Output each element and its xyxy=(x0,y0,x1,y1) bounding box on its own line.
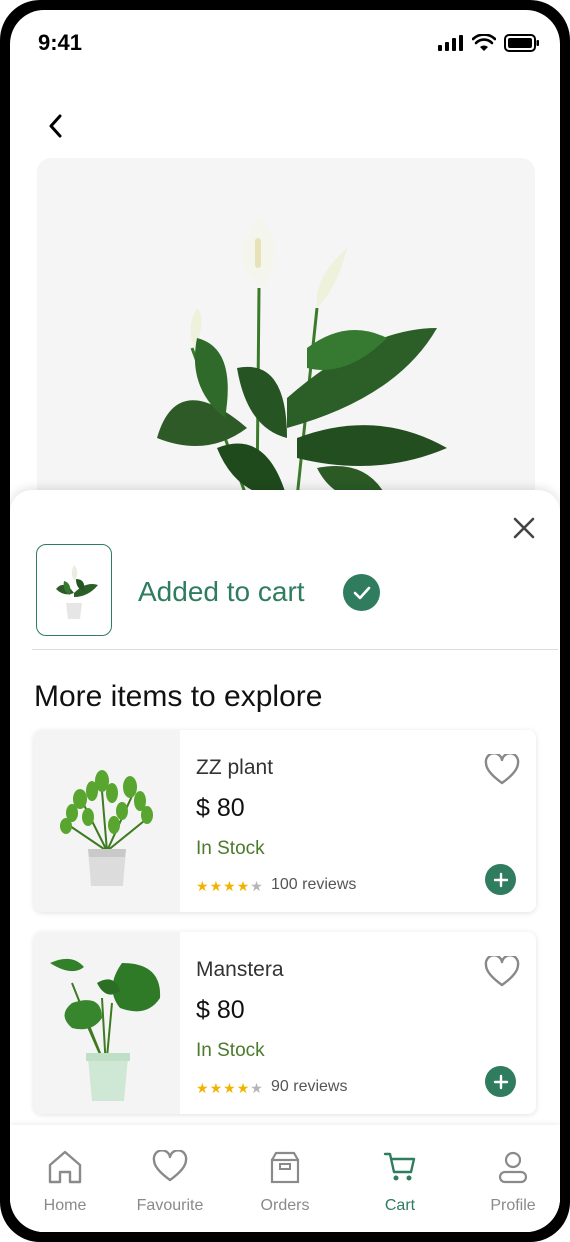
plus-icon xyxy=(493,1074,508,1089)
tab-favourite[interactable]: Favourite xyxy=(115,1147,225,1215)
phone-frame: 9:41 Added to cart More items to explore… xyxy=(0,0,570,1242)
bottom-tab-bar: Home Favourite Orders Cart Profile xyxy=(10,1125,560,1232)
star-icon: ★ xyxy=(223,1080,236,1096)
product-price: $ 80 xyxy=(196,794,245,822)
status-time: 9:41 xyxy=(38,30,83,55)
box-icon xyxy=(270,1151,300,1184)
product-name: Manstera xyxy=(196,958,284,981)
home-icon xyxy=(48,1150,82,1184)
favourite-button[interactable] xyxy=(484,954,520,990)
tab-profile[interactable]: Profile xyxy=(458,1147,560,1215)
zz-plant-illustration xyxy=(60,770,153,886)
product-hero-image xyxy=(37,158,535,518)
star-icon: ★ xyxy=(236,1080,250,1096)
add-to-cart-button[interactable] xyxy=(485,1066,516,1097)
close-icon xyxy=(513,517,535,539)
tab-label: Cart xyxy=(384,1197,416,1214)
favourite-button[interactable] xyxy=(484,752,520,788)
added-to-cart-label: Added to cart xyxy=(138,576,305,607)
product-card[interactable]: ZZ plant $ 80 In Stock ★ ★ ★ ★ ★ 100 rev… xyxy=(34,730,536,912)
rating-stars: ★ ★ ★ ★ ★ xyxy=(196,1080,263,1097)
section-title: More items to explore xyxy=(34,680,323,713)
product-card[interactable]: Manstera $ 80 In Stock ★ ★ ★ ★ ★ 90 revi… xyxy=(34,932,536,1114)
signal-icon xyxy=(438,35,463,51)
heart-icon xyxy=(484,954,520,987)
added-item-thumbnail xyxy=(36,544,112,636)
star-icon: ★ xyxy=(209,1080,223,1096)
stock-status: In Stock xyxy=(196,1040,265,1061)
status-icons xyxy=(438,34,540,52)
cart-icon xyxy=(383,1152,416,1181)
added-to-cart-sheet: Added to cart More items to explore ZZ p… xyxy=(10,490,560,1232)
user-icon xyxy=(498,1151,528,1184)
product-image xyxy=(34,730,180,912)
back-button[interactable] xyxy=(40,110,72,142)
plus-icon xyxy=(493,872,508,887)
product-image xyxy=(34,932,180,1114)
heart-icon xyxy=(484,752,520,785)
tab-home[interactable]: Home xyxy=(10,1147,120,1215)
add-to-cart-button[interactable] xyxy=(485,864,516,895)
battery-icon xyxy=(504,34,539,52)
star-icon: ★ xyxy=(236,878,250,894)
close-button[interactable] xyxy=(510,514,538,542)
monstera-illustration xyxy=(50,958,161,1101)
star-icon: ★ xyxy=(209,878,223,894)
tab-orders[interactable]: Orders xyxy=(230,1147,340,1215)
screen: 9:41 Added to cart More items to explore… xyxy=(10,10,560,1232)
star-icon: ★ xyxy=(223,878,236,894)
check-circle-icon xyxy=(343,574,380,611)
review-count: 100 reviews xyxy=(271,876,357,893)
star-icon: ★ xyxy=(250,878,263,894)
stock-status: In Stock xyxy=(196,838,265,859)
wifi-icon xyxy=(472,34,496,51)
tab-label: Orders xyxy=(260,1197,310,1214)
star-icon: ★ xyxy=(196,878,209,894)
product-price: $ 80 xyxy=(196,996,245,1024)
product-name: ZZ plant xyxy=(196,756,274,779)
heart-icon xyxy=(152,1150,188,1182)
tab-label: Favourite xyxy=(136,1197,204,1214)
tab-label: Profile xyxy=(490,1197,536,1214)
star-icon: ★ xyxy=(250,1080,263,1096)
chevron-left-icon xyxy=(49,114,62,138)
rating-stars: ★ ★ ★ ★ ★ xyxy=(196,878,263,895)
tab-label: Home xyxy=(43,1197,87,1214)
star-icon: ★ xyxy=(196,1080,209,1096)
divider xyxy=(32,649,558,650)
review-count: 90 reviews xyxy=(271,1078,348,1095)
peace-lily-illustration xyxy=(157,218,447,500)
peace-lily-thumbnail-icon xyxy=(56,565,98,619)
tab-cart[interactable]: Cart xyxy=(345,1147,455,1215)
